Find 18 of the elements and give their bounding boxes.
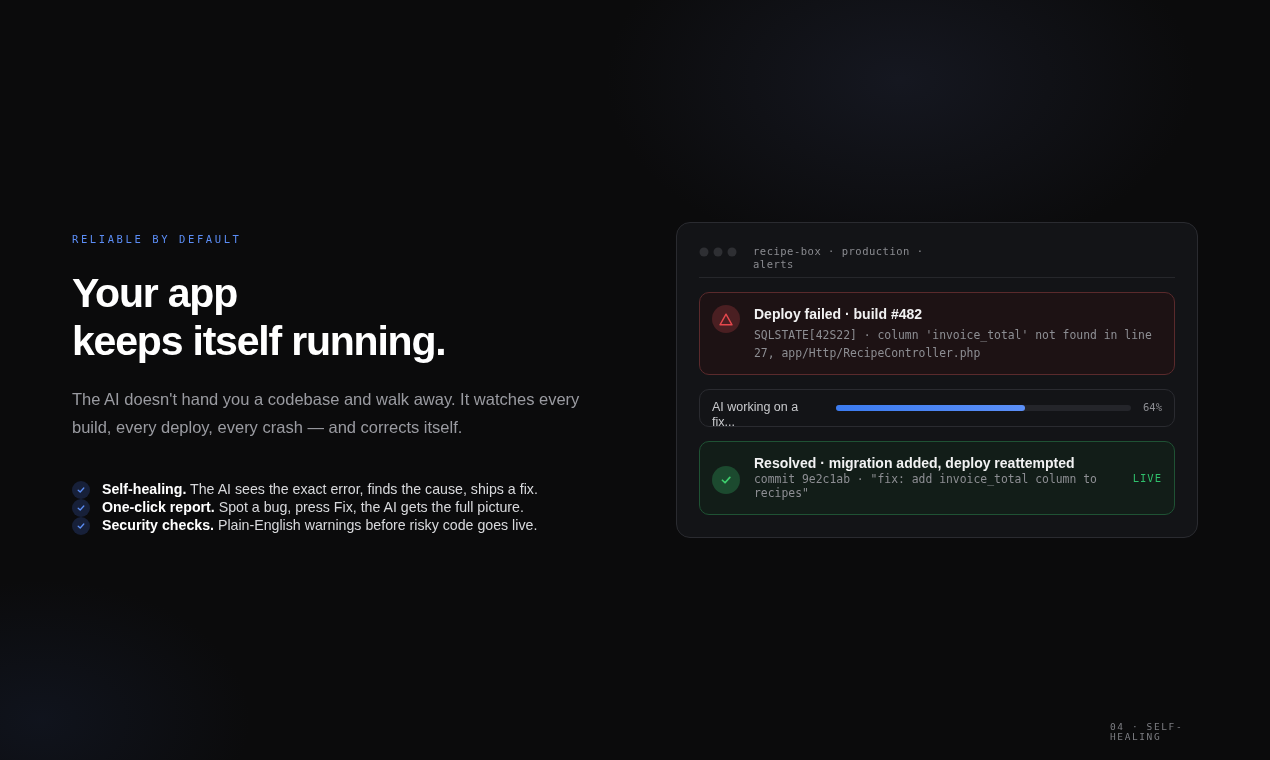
window-dots-icon [699,247,737,257]
intro-paragraph: The AI doesn't hand you a codebase and walk away. It watches every build, every deploy, every crash — and corrects itself. [72,389,581,438]
eyebrow-label: RELIABLE BY DEFAULT [72,233,243,245]
progress-label: AI working on a fix... [712,400,800,426]
feature-text: Self-healing. The AI sees the exact error, finds the cause, ships a fix. [102,481,538,498]
feature-text: One-click report. Spot a bug, press Fix, the AI gets the full picture. [102,499,524,516]
progress-reading: 64% [1143,401,1162,413]
status-label: LIVE [1132,472,1162,484]
alert-title: Resolved · migration added, deploy reattempted [754,454,1076,472]
slide-number: 04 · SELF-HEALING [1110,722,1185,742]
alert-title: Deploy failed · build #482 [754,305,924,323]
alert-detail: commit 9e2c1ab · "fix: add invoice_total column to recipes" [754,472,1098,500]
warning-icon [712,305,740,333]
panel-title: recipe-box · production · alerts [753,245,925,271]
headline: Your app keeps itself running. [72,269,447,365]
check-icon [712,466,740,494]
feature-text: Security checks. Plain-English warnings before risky code goes live. [102,517,538,534]
alert-detail: SQLSTATE[42S22] · column 'invoice_total' not found in line 27, app/Http/RecipeController.php [754,327,1153,362]
